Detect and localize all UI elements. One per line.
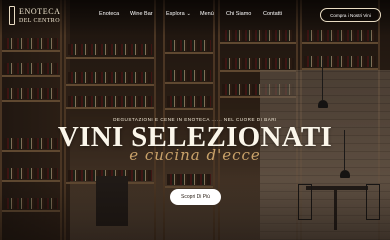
buy-wines-button[interactable]: Compra i Nostri Vini [320,8,381,22]
nav-item-chi-siamo[interactable]: Chi Siamo [226,11,251,17]
site-header: ENOTECA DEL CENTRO Enoteca Wine Bar Espl… [0,0,390,30]
nav-item-wine-bar[interactable]: Wine Bar [130,11,153,17]
nav-item-esplora[interactable]: Esplora ⌄ [166,11,191,17]
learn-more-button[interactable]: Scopri Di Più [170,189,221,205]
nav-item-contatti[interactable]: Contatti [263,11,282,17]
nav-item-menu[interactable]: Menù [200,11,214,17]
chevron-down-icon: ⌄ [186,11,191,17]
nav-item-enoteca[interactable]: Enoteca [99,11,119,17]
hero-script-subtitle: e cucina d'ecce [129,146,261,164]
